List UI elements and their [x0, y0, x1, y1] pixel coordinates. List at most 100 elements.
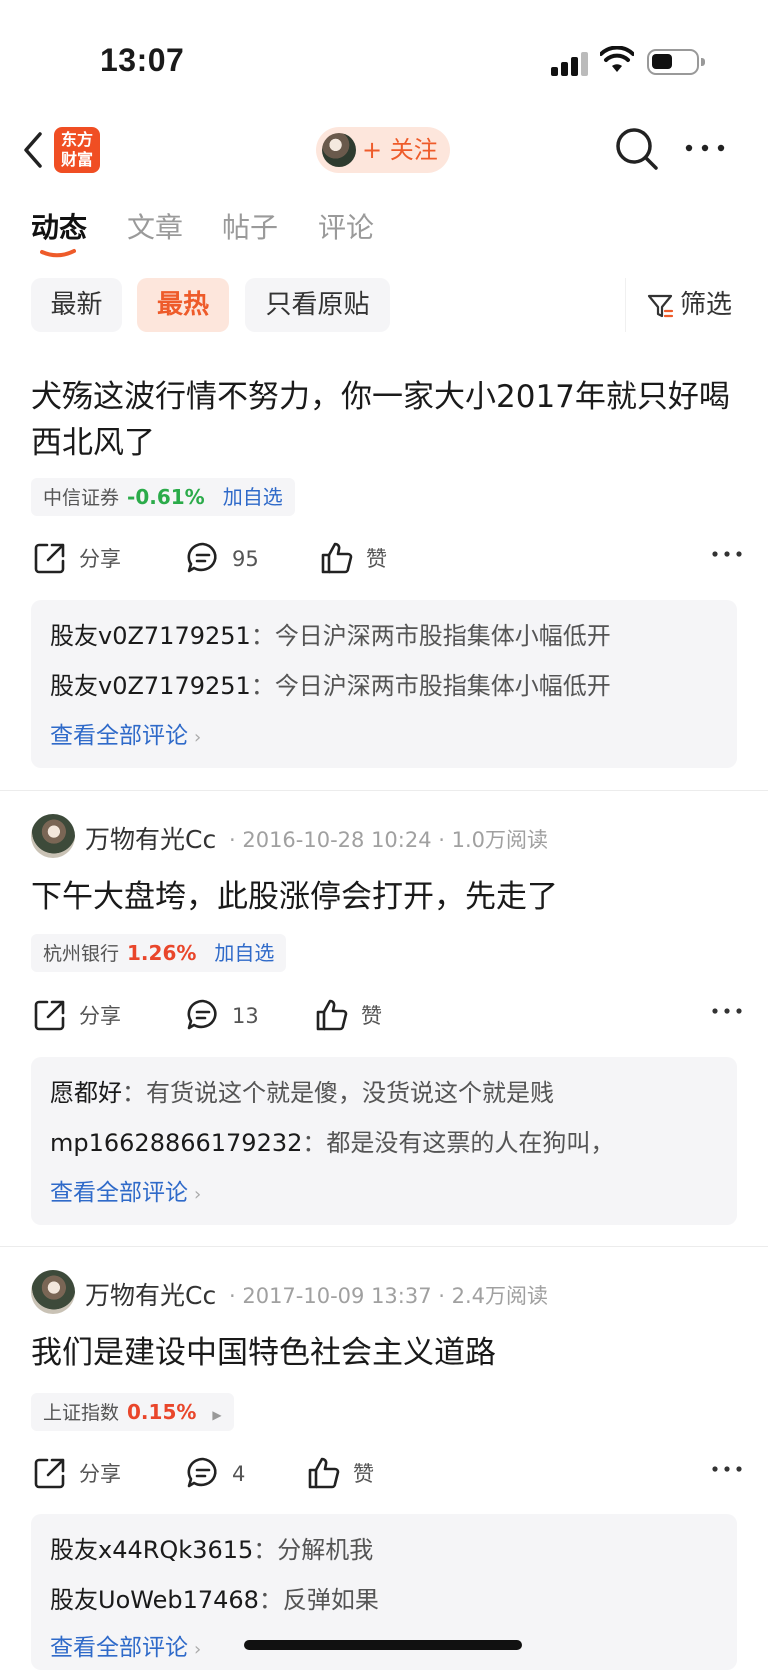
home-indicator[interactable] — [244, 1640, 522, 1650]
avatar[interactable] — [31, 814, 75, 858]
wifi-icon — [600, 46, 634, 72]
comment-separator: ： — [250, 622, 275, 650]
comment-separator: ： — [122, 1079, 146, 1107]
comment-item: mp16628866179232：都是没有这票的人在狗叫， — [50, 1123, 614, 1158]
more-icon[interactable] — [711, 1464, 743, 1474]
filter-label: 筛选 — [680, 290, 733, 320]
status-time: 13:07 — [100, 42, 185, 78]
comment-separator: ： — [250, 672, 275, 700]
stock-change: 0.15% — [127, 1400, 197, 1424]
logo-line-2: 财富 — [60, 150, 93, 169]
author-name[interactable]: 万物有光Cc — [85, 820, 216, 856]
search-icon[interactable] — [614, 126, 660, 172]
chevron-right-icon: › — [194, 1639, 202, 1660]
comment-text: 反弹如果 — [282, 1586, 379, 1614]
comment-item: 股友UoWeb17468：反弹如果 — [50, 1580, 379, 1615]
share-label: 分享 — [79, 1004, 121, 1028]
cellular-signal-icon — [551, 52, 588, 76]
comment-count: 4 — [232, 1462, 246, 1486]
view-all-comments-link[interactable]: 查看全部评论 › — [50, 1628, 201, 1662]
author-name[interactable]: 万物有光Cc — [85, 1276, 216, 1312]
comment-separator: ： — [253, 1536, 278, 1564]
comment-text: 都是没有这票的人在狗叫， — [326, 1129, 615, 1157]
stock-name: 杭州银行 — [43, 943, 120, 965]
comment-user[interactable]: 股友v0Z7179251 — [50, 622, 251, 650]
stock-tag[interactable]: 中信证券 -0.61% 加自选 — [31, 478, 295, 516]
share-icon — [34, 1000, 65, 1031]
comment-user[interactable]: 股友x44RQk3615 — [50, 1536, 253, 1564]
add-watchlist-button[interactable]: 加自选 — [223, 485, 283, 509]
comment-text: 分解机我 — [277, 1536, 374, 1564]
like-label: 赞 — [366, 547, 387, 571]
comment-separator: ： — [302, 1129, 327, 1157]
app-logo[interactable]: 东方 财富 — [54, 127, 100, 173]
thumbs-up-icon — [321, 542, 353, 574]
like-label: 赞 — [361, 1004, 382, 1028]
tab-comments[interactable]: 评论 — [318, 206, 374, 246]
post-title[interactable]: 下午大盘垮，此股涨停会打开，先走了 — [31, 874, 731, 920]
comment-icon — [187, 542, 217, 573]
tab-posts[interactable]: 帖子 — [222, 206, 278, 246]
avatar[interactable] — [31, 1270, 75, 1314]
stock-tag[interactable]: 上证指数 0.15% ▶ — [31, 1393, 234, 1431]
more-icon[interactable] — [711, 1006, 743, 1016]
more-icon[interactable] — [711, 549, 743, 559]
comment-user[interactable]: 股友v0Z7179251 — [50, 672, 251, 700]
add-watchlist-button[interactable]: 加自选 — [214, 941, 274, 965]
status-bar: 13:07 — [0, 0, 768, 120]
profile-tabs: 动态 文章 帖子 评论 — [0, 200, 768, 260]
comment-item: 股友v0Z7179251：今日沪深两市股指集体小幅低开 — [50, 666, 611, 701]
divider — [0, 790, 768, 791]
comment-count: 95 — [232, 547, 259, 571]
caret-right-icon: ▶ — [212, 1408, 222, 1422]
comment-text: 今日沪深两市股指集体小幅低开 — [274, 622, 611, 650]
share-icon — [34, 1458, 65, 1489]
comment-icon — [187, 999, 217, 1030]
post-title[interactable]: 我们是建设中国特色社会主义道路 — [31, 1330, 731, 1376]
post-meta: · 2017-10-09 13:37 · 2.4万阅读 — [229, 1284, 549, 1308]
comment-user[interactable]: 愿都好 — [50, 1079, 122, 1107]
stock-tag[interactable]: 杭州银行 1.26% 加自选 — [31, 934, 287, 972]
filter-latest[interactable]: 最新 — [31, 278, 122, 332]
stock-change: -0.61% — [127, 485, 205, 509]
share-icon — [34, 543, 65, 574]
follow-button[interactable]: + 关注 — [316, 127, 450, 173]
post-title[interactable]: 犬殇这波行情不努力，你一家大小2017年就只好喝西北风了 — [31, 374, 731, 466]
avatar — [322, 133, 356, 167]
post-header: 万物有光Cc · 2016-10-28 10:24 · 1.0万阅读 — [31, 814, 751, 860]
filter-button[interactable]: 筛选 — [625, 278, 732, 332]
view-all-comments-link[interactable]: 查看全部评论 › — [50, 716, 201, 750]
comment-count: 13 — [232, 1004, 259, 1028]
filter-original-only[interactable]: 只看原贴 — [245, 278, 390, 332]
comment-item: 股友x44RQk3615：分解机我 — [50, 1530, 373, 1565]
filter-bar: 最新 最热 只看原贴 筛选 — [0, 278, 768, 336]
post-actions: 分享 4 赞 — [33, 1454, 743, 1494]
comment-user[interactable]: mp16628866179232 — [50, 1129, 302, 1157]
comment-text: 有货说这个就是傻，没货说这个就是贱 — [146, 1079, 554, 1107]
back-arrow-icon[interactable] — [18, 128, 48, 172]
stock-change: 1.26% — [127, 941, 197, 965]
more-icon[interactable] — [683, 138, 727, 158]
filter-icon — [647, 294, 674, 317]
comment-preview[interactable]: 股友v0Z7179251：今日沪深两市股指集体小幅低开 股友v0Z7179251… — [31, 600, 737, 768]
tab-dynamic[interactable]: 动态 — [31, 206, 87, 246]
chevron-right-icon: › — [194, 1184, 202, 1205]
comment-preview[interactable]: 愿都好：有货说这个就是傻，没货说这个就是贱 mp16628866179232：都… — [31, 1057, 737, 1225]
filter-hottest[interactable]: 最热 — [137, 278, 229, 332]
chevron-right-icon: › — [194, 727, 202, 748]
comment-item: 愿都好：有货说这个就是傻，没货说这个就是贱 — [50, 1073, 554, 1108]
comment-user[interactable]: 股友UoWeb17468 — [50, 1586, 259, 1614]
post-actions: 分享 95 赞 — [33, 539, 743, 579]
tab-articles[interactable]: 文章 — [127, 206, 183, 246]
comment-separator: ： — [258, 1586, 283, 1614]
post-meta: · 2016-10-28 10:24 · 1.0万阅读 — [229, 828, 549, 852]
stock-name: 中信证券 — [43, 487, 120, 509]
view-all-label: 查看全部评论 — [50, 1180, 188, 1206]
logo-line-1: 东方 — [60, 130, 93, 149]
stock-name: 上证指数 — [43, 1402, 120, 1424]
active-tab-indicator — [40, 249, 76, 258]
view-all-comments-link[interactable]: 查看全部评论 › — [50, 1173, 201, 1207]
thumbs-up-icon — [308, 1457, 340, 1489]
follow-label: + 关注 — [362, 136, 438, 164]
comment-item: 股友v0Z7179251：今日沪深两市股指集体小幅低开 — [50, 616, 611, 651]
